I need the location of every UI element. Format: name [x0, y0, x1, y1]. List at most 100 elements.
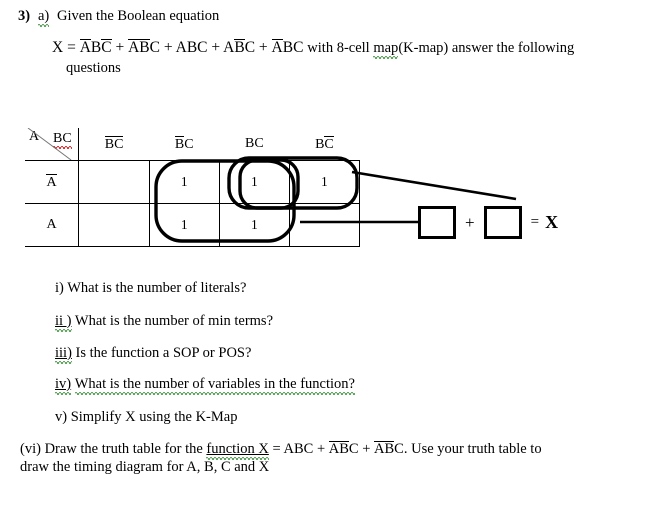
variable-C: C — [394, 441, 404, 457]
product-term-2: ABC — [176, 39, 208, 56]
question-item-vi-line2: draw the timing diagram for A, B, C and … — [20, 459, 270, 475]
question-item-iv: iv) What is the number of variables in t… — [55, 376, 356, 395]
question-item-iii: iii) Is the function a SOP or POS? — [55, 345, 252, 364]
variable-C: C — [184, 136, 194, 152]
leader-line-top — [351, 170, 517, 201]
product-term-1: ABC — [128, 38, 160, 56]
question-text: What is the number of literals? — [67, 280, 247, 296]
equation-lhs: X = — [52, 39, 76, 56]
question-text: Is the function a SOP or POS? — [75, 345, 252, 361]
question-marker: v) — [55, 409, 68, 425]
part-label: a) — [38, 8, 50, 27]
variable-C: C — [293, 39, 304, 56]
variable-B: B — [315, 136, 325, 152]
karnaugh-map-table: A BC BC BC BC BC A 1 1 1 A 1 1 — [25, 128, 361, 247]
kmap-header-row: A BC BC BC BC BC — [25, 128, 360, 161]
variable-B: B — [90, 39, 102, 56]
variable-C-complement: C — [324, 136, 335, 152]
variable-A: A — [175, 39, 187, 56]
kmap-cell-value: 1 — [180, 173, 188, 189]
question-number: 3) — [18, 8, 31, 24]
kmap-cell-r1c0[interactable] — [78, 203, 150, 247]
variable-A: A — [283, 441, 294, 457]
question-vi-plus: + — [313, 441, 329, 457]
question-text: What is the number of variables in the f… — [74, 376, 356, 395]
kmap-cell-value: 1 — [250, 173, 258, 189]
product-term-vi-0: ABC — [283, 441, 313, 457]
variable-B-complement: B — [234, 38, 246, 56]
corner-diagonal-icon — [27, 128, 72, 160]
kmap-col-header-1-text: BC — [174, 136, 194, 152]
question-vi-underlined-phrase: function X — [206, 441, 270, 460]
prompt-span: Given the Boolean equation — [57, 8, 220, 24]
worksheet-page: 3) a) Given the Boolean equation X = ABC… — [0, 0, 666, 507]
question-marker: iii) — [55, 345, 72, 364]
variable-B: B — [282, 39, 294, 56]
kmap-row-a: A 1 1 — [25, 203, 361, 247]
kmap-cell-r0c1[interactable]: 1 — [148, 160, 220, 204]
kmap-row-label-1: A — [25, 203, 80, 247]
product-term-3: ABC — [223, 38, 255, 56]
question-item-vi-line1: (vi) Draw the truth table for the functi… — [20, 440, 542, 460]
kmap-cell-value: 1 — [250, 216, 258, 232]
variable-B-complement: B — [384, 440, 395, 457]
question-vi-plus: + — [358, 441, 375, 457]
question-marker-text: ii ) — [55, 313, 72, 332]
variable-B-complement: B — [139, 38, 150, 56]
equation-plus: + — [111, 39, 129, 56]
question-vi-text-before: Draw the truth table for the — [44, 441, 207, 457]
questions-word: questions — [66, 60, 121, 76]
variable-B: B — [293, 441, 304, 457]
variable-C: C — [303, 441, 314, 457]
kmap-corner-cell: A BC — [25, 128, 80, 161]
question-vi-text-after: . Use your truth table to — [403, 441, 542, 457]
kmap-row-abar: A 1 1 1 — [25, 160, 361, 204]
boolean-equation: X = ABC + ABC + ABC + ABC + ABC with 8-c… — [52, 38, 575, 59]
variable-A-complement: A — [271, 38, 283, 56]
kmap-cell-r0c0[interactable] — [78, 160, 150, 204]
kmap-col-header-1: BC — [149, 128, 220, 161]
question-marker: ii ) — [55, 313, 72, 332]
kmap-col-header-0-text: BC — [104, 136, 124, 152]
kmap-cell-r1c3[interactable] — [288, 203, 361, 247]
question-vi-equation: = ABC + ABC + ABC — [272, 440, 404, 457]
variable-A-complement: A — [79, 38, 92, 56]
question-vi-equals: = — [272, 441, 284, 457]
answer-result-variable: X — [545, 212, 559, 232]
variable-B-complement: B — [339, 440, 349, 457]
equation-tail-after: (K-map) answer the following — [398, 40, 575, 56]
question-text: Simplify X using the K-Map — [70, 409, 238, 425]
answer-equals-symbol: = — [530, 214, 540, 230]
kmap-col-header-2-text: BC — [245, 136, 264, 151]
answer-expression: + = X — [418, 206, 558, 240]
equation-tail: with 8-cell map(K-map) answer the follow… — [307, 40, 575, 59]
part-label-text: a) — [38, 8, 50, 27]
variable-B: B — [244, 136, 255, 151]
variable-C: C — [348, 441, 359, 457]
equation-plus: + — [207, 39, 224, 56]
kmap-col-header-3-text: BC — [315, 136, 335, 152]
product-term-vi-2: ABC — [374, 440, 404, 457]
kmap-cell-r1c1[interactable]: 1 — [148, 203, 220, 247]
answer-box-1[interactable] — [418, 206, 456, 239]
kmap-row-label-0-text: A — [46, 174, 57, 190]
kmap-cell-r0c3[interactable]: 1 — [288, 160, 361, 204]
variable-C-complement: C — [114, 136, 124, 152]
variable-A-complement: A — [374, 440, 386, 457]
question-item-ii: ii ) What is the number of min terms? — [55, 313, 273, 332]
variable-B: B — [186, 39, 198, 56]
answer-box-2[interactable] — [483, 206, 522, 239]
kmap-cell-r1c2[interactable]: 1 — [218, 203, 290, 247]
kmap-cell-r0c2[interactable]: 1 — [218, 160, 290, 204]
answer-plus-symbol: + — [465, 212, 475, 232]
variable-A: A — [223, 39, 235, 56]
variable-A-complement: A — [128, 38, 140, 56]
variable-B-complement: B — [174, 136, 185, 152]
variable-C: C — [197, 39, 208, 56]
question-marker-text: iv) — [55, 376, 72, 395]
prompt-text: Given the Boolean equation — [57, 8, 219, 25]
kmap-col-header-0: BC — [78, 128, 150, 161]
question-marker: iv) — [55, 376, 72, 395]
question-item-i: i) What is the number of literals? — [55, 280, 246, 297]
equation-plus: + — [159, 39, 176, 56]
